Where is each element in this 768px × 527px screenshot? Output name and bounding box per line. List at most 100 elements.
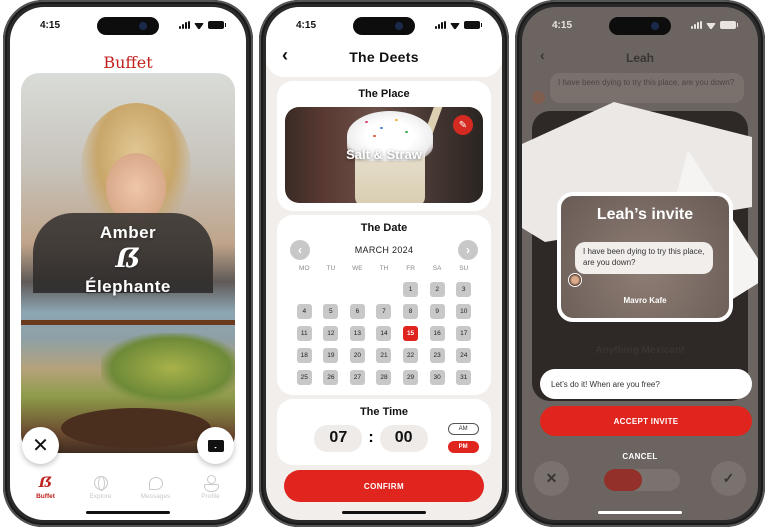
profile-card[interactable]: Amber ẞ Élephante: [21, 73, 235, 453]
pm-toggle[interactable]: PM: [447, 441, 479, 453]
calendar-day[interactable]: 4: [296, 304, 312, 319]
calendar-day[interactable]: 13: [349, 326, 365, 341]
restaurant-name: Élephante: [85, 276, 171, 296]
date-section: The Date ‹ MARCH 2024 › MO TU WE TH FR SA SU 1 2…: [277, 215, 491, 395]
place-name: Salt & Straw: [346, 147, 422, 162]
time-heading: The Time: [359, 406, 409, 418]
invite-place: Mavro Kafe: [623, 296, 667, 305]
battery-icon: [464, 21, 482, 29]
calendar-day[interactable]: 1: [403, 282, 419, 297]
status-time: 4:15: [40, 19, 61, 31]
chevron-left-icon: ‹: [298, 243, 302, 257]
send-invite-button[interactable]: [197, 427, 234, 464]
calendar-day[interactable]: 30: [429, 370, 445, 385]
cancel-button[interactable]: CANCEL: [522, 452, 758, 461]
battery-icon: [720, 21, 738, 29]
phone-match-screen: 4:15 Buffet Amber ẞ Élephante ✕ ẞ Buffet…: [3, 0, 253, 527]
calendar-day[interactable]: 22: [403, 348, 419, 363]
profile-name: Amber: [99, 223, 157, 242]
signal-icon: [691, 21, 702, 29]
wifi-icon: [450, 21, 460, 29]
calendar-day[interactable]: 31: [456, 370, 472, 385]
app-logo: Buffet: [103, 53, 153, 72]
dynamic-island: [609, 17, 671, 35]
dismiss-button-dimmed: ✕: [534, 461, 569, 496]
background-message: I have been dying to try this place, are…: [550, 73, 744, 103]
screen: 4:15 ‹ The Deets The Place Salt & Straw …: [266, 7, 502, 520]
calendar-day[interactable]: 27: [349, 370, 365, 385]
home-indicator: [342, 511, 426, 514]
check-icon: ✓: [722, 470, 735, 486]
invite-title: Leah’s invite: [596, 206, 694, 223]
place-photo: Salt & Straw ✎: [285, 107, 483, 203]
page-title: The Deets: [349, 49, 419, 65]
status-time: 4:15: [552, 19, 573, 31]
signal-icon: [435, 21, 446, 29]
minute-picker[interactable]: 00: [379, 424, 428, 452]
calendar-day[interactable]: 11: [296, 326, 312, 341]
match-overlay: Amber ẞ Élephante: [21, 223, 235, 297]
hour-picker[interactable]: 07: [314, 424, 363, 452]
monogram-icon: ẞ: [115, 244, 141, 274]
weekday-label: WE: [352, 265, 363, 272]
tab-messages[interactable]: Messages: [131, 475, 181, 500]
tab-bar: ẞ Buffet Explore Messages Profile: [10, 475, 246, 500]
weekday-label: TU: [326, 265, 336, 272]
calendar-grid: MO TU WE TH FR SA SU 1 2 3 4 5 6 7 8 9 10 11 12 13 14 15 16 17 1…: [277, 260, 491, 385]
calendar-day[interactable]: 19: [323, 348, 339, 363]
weekday-label: SU: [459, 265, 469, 272]
calendar-day[interactable]: 16: [429, 326, 445, 341]
calendar-day[interactable]: 23: [429, 348, 445, 363]
calendar-day[interactable]: 18: [296, 348, 312, 363]
close-icon: ✕: [545, 470, 558, 486]
calendar-day[interactable]: 29: [403, 370, 419, 385]
calendar-day[interactable]: 3: [456, 282, 472, 297]
dynamic-island: [97, 17, 159, 35]
calendar-day[interactable]: 10: [456, 304, 472, 319]
calendar-day[interactable]: 14: [376, 326, 392, 341]
calendar-empty-cell: [376, 282, 391, 297]
calendar-day[interactable]: 24: [456, 348, 472, 363]
reply-input[interactable]: Let’s do it! When are you free?: [540, 369, 752, 399]
accept-invite-button[interactable]: ACCEPT INVITE: [540, 406, 752, 436]
calendar-day[interactable]: 7: [376, 304, 392, 319]
restaurant-photo: [21, 320, 235, 325]
calendar-day[interactable]: 5: [323, 304, 339, 319]
calendar-day[interactable]: 20: [349, 348, 365, 363]
sender-avatar: [568, 273, 582, 287]
weekday-label: SA: [432, 265, 442, 272]
weekday-label: MO: [299, 265, 310, 272]
chat-bubble-icon: [148, 476, 163, 490]
dismiss-button[interactable]: ✕: [22, 427, 59, 464]
invite-card: Leah’s invite I have been dying to try t…: [557, 192, 733, 322]
calendar-day[interactable]: 28: [376, 370, 392, 385]
am-toggle[interactable]: AM: [447, 423, 479, 435]
calendar-day[interactable]: 8: [403, 304, 419, 319]
calendar-month: MARCH 2024: [354, 245, 414, 255]
chevron-right-icon: ›: [466, 243, 470, 257]
calendar-day[interactable]: 6: [349, 304, 365, 319]
edit-place-button[interactable]: ✎: [453, 115, 473, 135]
screen: 4:15 ‹ Leah I have been dying to try thi…: [522, 7, 758, 520]
chat-title: Leah: [625, 51, 654, 65]
calendar-day[interactable]: 26: [323, 370, 339, 385]
calendar-day[interactable]: 9: [429, 304, 445, 319]
tab-profile[interactable]: Profile: [186, 475, 236, 500]
avatar: [532, 91, 545, 104]
confirm-button[interactable]: CONFIRM: [284, 470, 484, 502]
pencil-icon: ✎: [458, 119, 468, 131]
tab-buffet[interactable]: ẞ Buffet: [21, 475, 71, 500]
calendar-day[interactable]: 25: [296, 370, 312, 385]
prev-month-button[interactable]: ‹: [290, 240, 310, 260]
calendar-day[interactable]: 21: [376, 348, 392, 363]
screen: 4:15 Buffet Amber ẞ Élephante ✕ ẞ Buffet…: [10, 7, 246, 520]
tab-explore[interactable]: Explore: [76, 475, 126, 500]
calendar-empty-cell: [350, 282, 365, 297]
close-icon: ✕: [32, 435, 49, 457]
phone-details-screen: 4:15 ‹ The Deets The Place Salt & Straw …: [259, 0, 509, 527]
next-month-button[interactable]: ›: [458, 240, 478, 260]
calendar-day[interactable]: 12: [323, 326, 339, 341]
calendar-day[interactable]: 2: [429, 282, 445, 297]
calendar-day-selected[interactable]: 15: [403, 326, 419, 341]
calendar-day[interactable]: 17: [456, 326, 472, 341]
